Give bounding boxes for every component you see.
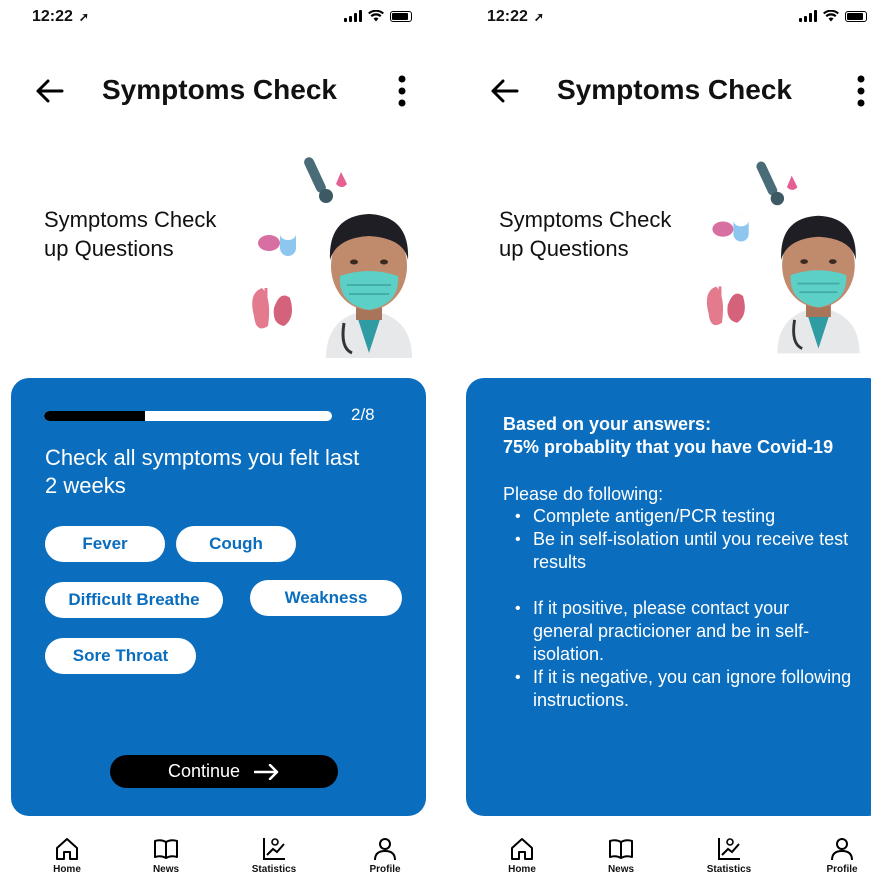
instruction-item: If it positive, please contact your gene… — [512, 597, 852, 666]
doctor-illustration — [706, 161, 860, 354]
location-arrow-icon: ➚ — [78, 10, 89, 24]
profile-icon — [831, 838, 853, 861]
progress-fill — [44, 411, 145, 421]
tab-profile[interactable]: Profile — [350, 836, 420, 875]
home-icon — [56, 838, 78, 860]
progress-bar — [44, 411, 332, 421]
doctor-figure — [326, 214, 412, 358]
wifi-icon — [823, 10, 839, 22]
book-icon — [609, 839, 633, 859]
header: Symptoms Check — [0, 70, 430, 114]
profile-icon — [374, 838, 396, 861]
lungs-icon — [252, 288, 292, 329]
doctor-illustration — [252, 157, 412, 358]
instructions-title: Please do following: — [503, 484, 664, 504]
thermometer-icon — [756, 161, 785, 206]
doctor-figure — [777, 215, 860, 354]
drop-icon — [336, 172, 347, 187]
tab-news[interactable]: News — [131, 836, 201, 875]
result-probability: 75% probablity that you have Covid-19 — [503, 437, 834, 457]
tab-label-home: Home — [53, 864, 81, 875]
arrow-right-icon — [254, 763, 279, 780]
signal-icon — [344, 10, 362, 22]
home-icon — [511, 838, 533, 860]
symptom-chip-fever[interactable]: Fever — [45, 526, 165, 562]
symptom-chip-cough[interactable]: Cough — [176, 526, 296, 562]
symptom-chip-sore-throat[interactable]: Sore Throat — [45, 638, 196, 674]
status-time: 12:22 — [487, 8, 528, 25]
tab-profile[interactable]: Profile — [807, 836, 871, 875]
result-card: Based on your answers: 75% probablity th… — [466, 378, 871, 816]
continue-button[interactable]: Continue — [110, 755, 338, 788]
location-arrow-icon: ➚ — [533, 10, 544, 24]
book-icon — [154, 839, 178, 859]
signal-icon — [799, 10, 817, 22]
tab-statistics[interactable]: Statistics — [694, 836, 764, 875]
back-arrow-icon[interactable] — [34, 78, 64, 104]
thermometer-icon — [304, 157, 333, 203]
header: Symptoms Check — [455, 70, 871, 114]
pills-icon — [258, 228, 296, 256]
tab-home[interactable]: Home — [32, 836, 102, 875]
instructions-list: Complete antigen/PCR testing Be in self-… — [512, 505, 852, 712]
tab-statistics[interactable]: Statistics — [239, 836, 309, 875]
symptoms-questions-screen: 12:22 ➚ Symptoms Check Symptoms Check up … — [0, 0, 430, 878]
tab-label-statistics: Statistics — [706, 864, 752, 875]
question-text: Check all symptoms you felt last 2 weeks — [45, 445, 360, 498]
status-bar: 12:22 ➚ — [0, 0, 430, 40]
tab-label-news: News — [607, 864, 635, 875]
progress-label: 2/8 — [351, 405, 375, 424]
tab-label-news: News — [152, 864, 180, 875]
question-card: 2/8 Check all symptoms you felt last 2 w… — [11, 378, 426, 816]
battery-icon — [845, 10, 867, 22]
instruction-item: If it is negative, you can ignore follow… — [512, 666, 852, 712]
lungs-icon — [706, 286, 745, 326]
page-title: Symptoms Check — [102, 74, 337, 105]
tab-label-statistics: Statistics — [251, 864, 297, 875]
hero-title: Symptoms Check up Questions — [44, 207, 217, 261]
statistics-icon — [263, 838, 285, 860]
tab-label-profile: Profile — [369, 864, 401, 875]
tab-label-profile: Profile — [826, 864, 858, 875]
symptom-chip-difficult-breathe[interactable]: Difficult Breathe — [45, 582, 223, 618]
tab-home[interactable]: Home — [487, 836, 557, 875]
result-heading: Based on your answers: — [503, 414, 712, 434]
wifi-icon — [368, 10, 384, 22]
battery-icon — [390, 10, 412, 22]
back-arrow-icon[interactable] — [489, 78, 519, 104]
tab-bar: Home News Statistics Profile — [455, 836, 871, 878]
drop-icon — [786, 175, 798, 190]
instruction-item: Complete antigen/PCR testing — [512, 505, 852, 528]
more-vertical-icon[interactable] — [396, 74, 408, 108]
continue-label: Continue — [167, 761, 241, 781]
page-title: Symptoms Check — [557, 74, 792, 105]
hero-title: Symptoms Check up Questions — [499, 207, 672, 261]
status-time: 12:22 — [32, 8, 73, 25]
symptom-chip-weakness[interactable]: Weakness — [250, 580, 402, 616]
statistics-icon — [718, 838, 740, 860]
pills-icon — [712, 214, 749, 242]
status-bar: 12:22 ➚ — [455, 0, 871, 40]
instruction-item: Be in self-isolation until you receive t… — [512, 528, 852, 574]
more-vertical-icon[interactable] — [855, 74, 867, 108]
tab-label-home: Home — [508, 864, 536, 875]
symptoms-result-screen: 12:22 ➚ Symptoms Check Symptoms Check up … — [455, 0, 871, 878]
tab-bar: Home News Statistics Profile — [0, 836, 430, 878]
tab-news[interactable]: News — [586, 836, 656, 875]
